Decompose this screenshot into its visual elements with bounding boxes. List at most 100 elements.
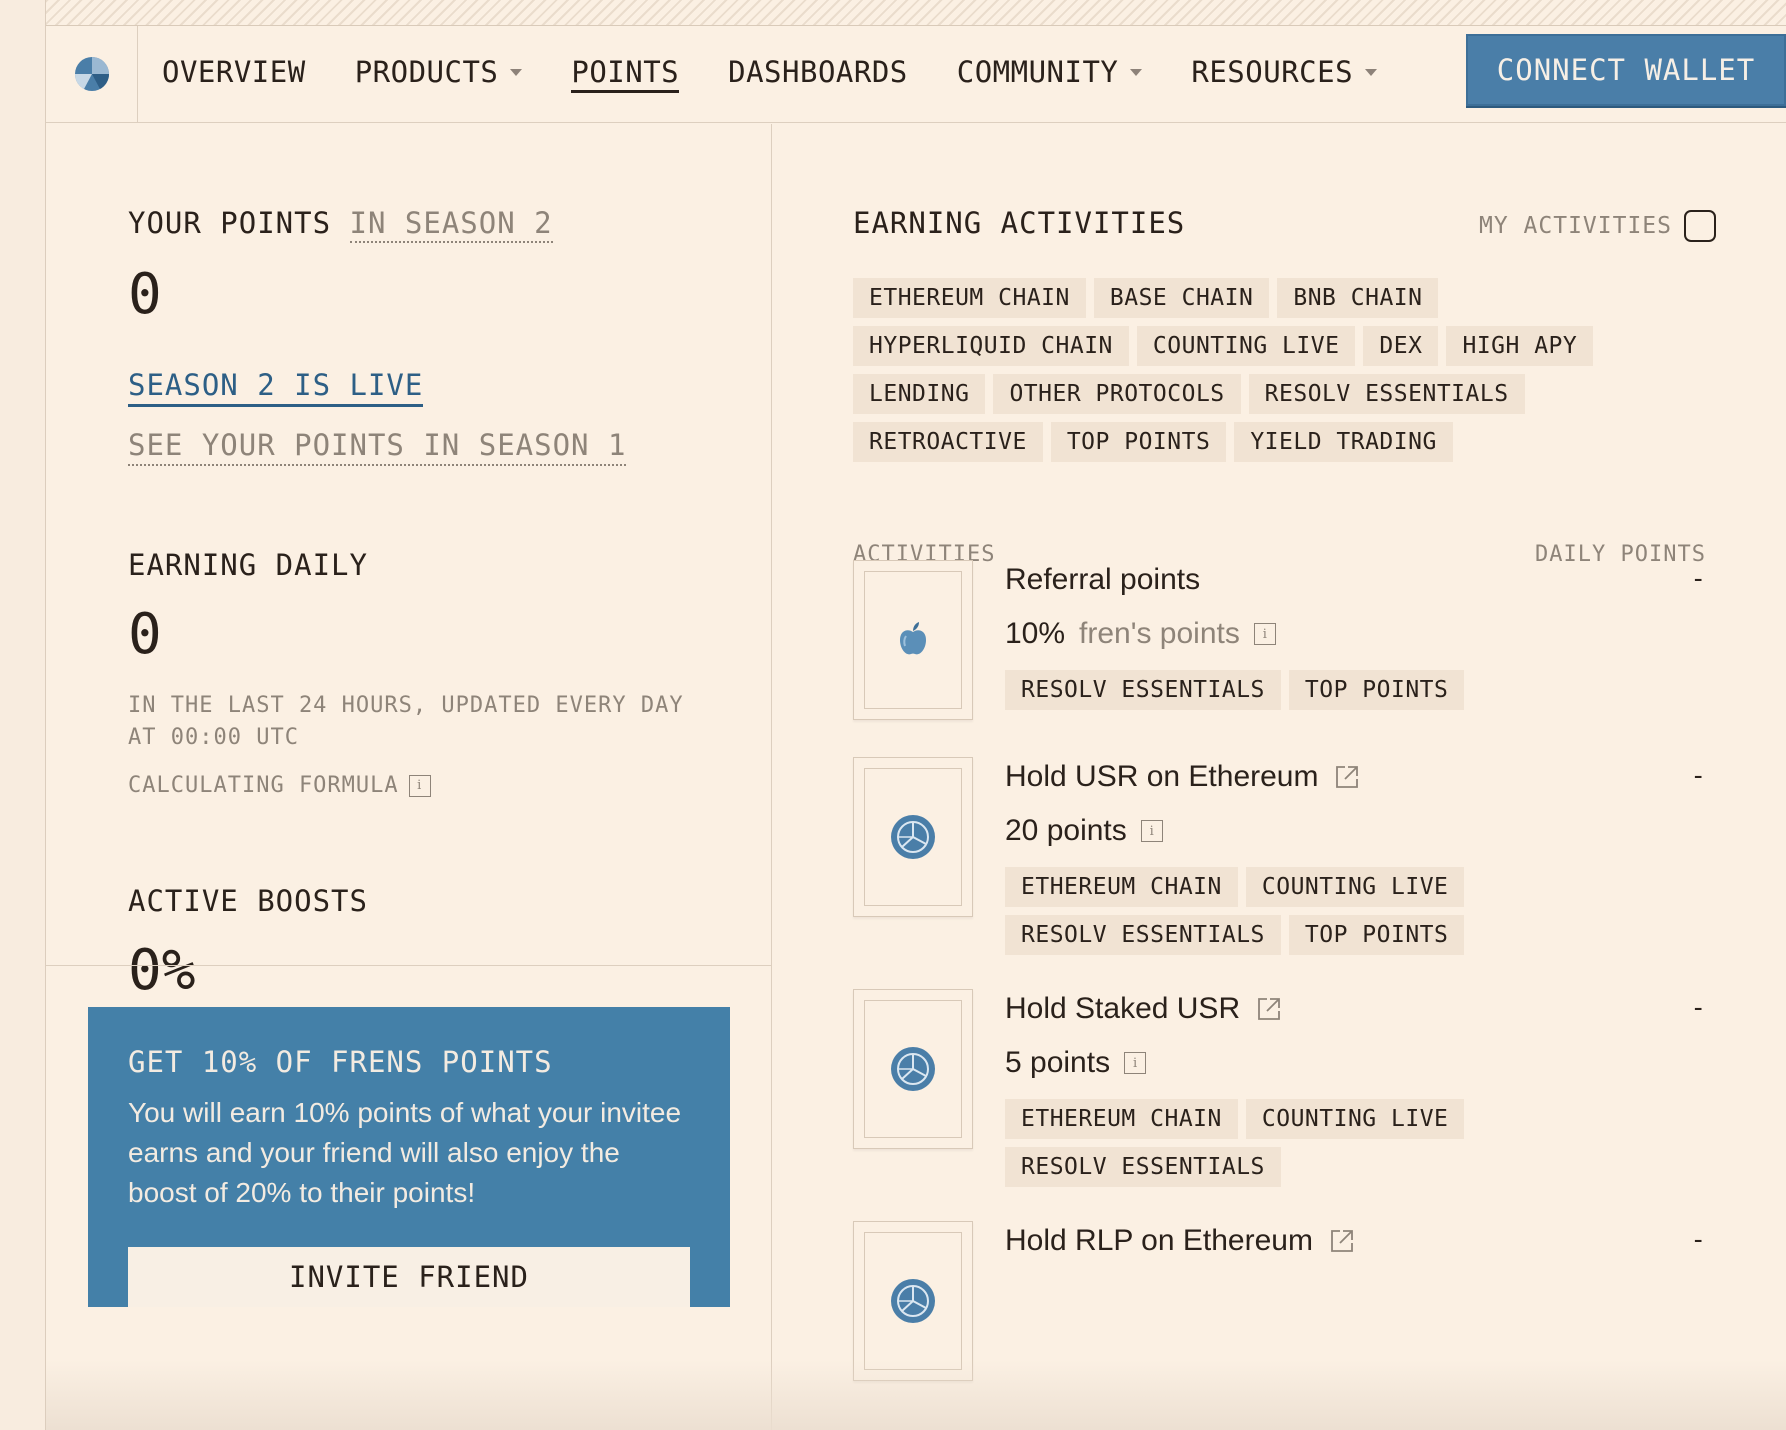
activity-tag: TOP POINTS	[1288, 670, 1465, 710]
activity-thumbnail	[853, 560, 973, 720]
nav-points-label: POINTS	[571, 55, 680, 89]
activity-title: Hold USR on Ethereum	[1005, 760, 1319, 793]
activity-title-row: Hold RLP on Ethereum	[1005, 1221, 1645, 1261]
filter-tag[interactable]: TOP POINTS	[1050, 422, 1227, 462]
filter-tag[interactable]: HYPERLIQUID CHAIN	[853, 326, 1129, 366]
activity-thumbnail	[853, 989, 973, 1149]
external-link-icon	[1258, 998, 1281, 1020]
activity-reward-value: 20 points	[1005, 814, 1127, 847]
earning-daily-note-line2: AT 00:00 UTC	[128, 725, 299, 750]
logo[interactable]	[46, 25, 138, 123]
nav-products-label: PRODUCTS	[354, 55, 499, 89]
info-icon[interactable]: i	[1140, 820, 1163, 842]
earning-daily-note: IN THE LAST 24 HOURS, UPDATED EVERY DAY …	[128, 690, 684, 754]
activity-tag: RESOLV ESSENTIALS	[1005, 1147, 1281, 1187]
apple-icon	[900, 622, 926, 655]
promo-text: You will earn 10% points of what your in…	[128, 1097, 682, 1208]
connect-wallet-button[interactable]: CONNECT WALLET	[1466, 34, 1786, 106]
activity-tag: ETHEREUM CHAIN	[1005, 867, 1238, 907]
filter-tag[interactable]: RESOLV ESSENTIALS	[1248, 374, 1525, 414]
nav-overview[interactable]: OVERVIEW	[162, 55, 306, 93]
activity-tag: TOP POINTS	[1288, 915, 1465, 955]
activity-tags: ETHEREUM CHAIN COUNTING LIVE RESOLV ESSENT…	[1005, 1099, 1485, 1187]
earning-activities-panel: EARNING ACTIVITIES MY ACTIVITIES ETHEREU…	[773, 124, 1786, 1430]
filter-tags: ETHEREUM CHAIN BASE CHAIN BNB CHAIN HYPERLI…	[853, 278, 1633, 462]
info-icon[interactable]: i	[408, 775, 431, 797]
activity-title: Hold Staked USR	[1005, 992, 1241, 1025]
filter-tag[interactable]: DEX	[1363, 326, 1439, 366]
nav-points[interactable]: POINTS	[571, 55, 680, 93]
resolv-logo-icon	[74, 57, 109, 91]
my-activities-checkbox[interactable]	[1684, 210, 1716, 242]
resolv-coin-icon	[891, 815, 935, 859]
page-frame: OVERVIEW PRODUCTS POINTS DASHBOARDS COMM…	[46, 0, 1786, 1430]
earning-daily-value: 0	[128, 602, 162, 667]
filter-tag[interactable]: ETHEREUM CHAIN	[853, 278, 1086, 318]
see-season-1-link[interactable]: SEE YOUR POINTS IN SEASON 1	[128, 428, 627, 466]
activity-body: Referral points 10% fren's points i RESOLV E…	[1005, 560, 1645, 710]
activity-body: Hold Staked USR 5 points i ETHEREUM CHAIN CO…	[1005, 989, 1645, 1187]
calculating-formula[interactable]: CALCULATING FORMULA i	[128, 770, 431, 802]
nav-overview-label: OVERVIEW	[162, 55, 306, 89]
points-value: 0	[128, 262, 162, 327]
nav-dashboards[interactable]: DASHBOARDS	[728, 55, 908, 93]
external-link[interactable]	[1334, 764, 1360, 790]
season-selector[interactable]: IN SEASON 2	[349, 206, 553, 243]
filter-tag[interactable]: RETROACTIVE	[853, 422, 1043, 462]
activity-daily-points: -	[1690, 564, 1706, 594]
activity-thumbnail-frame	[864, 571, 962, 709]
activity-reward-value: 5 points	[1005, 1046, 1111, 1079]
activity-thumbnail-frame	[864, 1000, 962, 1138]
activity-thumbnail	[853, 1221, 973, 1381]
your-points-heading: YOUR POINTS IN SEASON 2	[128, 206, 553, 243]
nav-community-label: COMMUNITY	[956, 55, 1119, 89]
season-2-live-link[interactable]: SEASON 2 IS LIVE	[128, 368, 424, 407]
divider	[46, 965, 772, 966]
filter-tag[interactable]: BASE CHAIN	[1093, 278, 1270, 318]
calculating-formula-label: CALCULATING FORMULA	[128, 773, 399, 798]
activity-reward-note: fren's points	[1079, 617, 1240, 650]
filter-tag[interactable]: BNB CHAIN	[1277, 278, 1439, 318]
nav-resources[interactable]: RESOURCES	[1191, 55, 1378, 93]
filter-tag[interactable]: YIELD TRADING	[1234, 422, 1453, 462]
info-icon[interactable]: i	[1124, 1052, 1147, 1074]
nav-products[interactable]: PRODUCTS	[355, 55, 523, 93]
activity-title-row: Hold USR on Ethereum	[1005, 757, 1645, 797]
activity-daily-points: -	[1690, 993, 1706, 1023]
external-link[interactable]	[1256, 996, 1282, 1022]
activity-daily-points: -	[1690, 1225, 1706, 1255]
activity-thumbnail-frame	[864, 1232, 962, 1370]
activity-tag: RESOLV ESSENTIALS	[1005, 915, 1281, 955]
nav-community[interactable]: COMMUNITY	[957, 55, 1143, 93]
activity-tags: RESOLV ESSENTIALS TOP POINTS	[1005, 670, 1485, 710]
filter-tag[interactable]: OTHER PROTOCOLS	[993, 374, 1241, 414]
external-link-icon	[1336, 766, 1359, 788]
activity-reward-value: 10%	[1005, 617, 1066, 650]
info-icon[interactable]: i	[1253, 623, 1276, 645]
filter-tag[interactable]: COUNTING LIVE	[1136, 326, 1356, 366]
activity-body: Hold USR on Ethereum 20 points i ETHEREUM C…	[1005, 757, 1645, 955]
external-link-icon	[1331, 1230, 1353, 1252]
chevron-down-icon	[1365, 68, 1378, 76]
activity-tag: RESOLV ESSENTIALS	[1005, 670, 1281, 710]
chevron-down-icon	[510, 68, 523, 76]
activity-title-row: Hold Staked USR	[1005, 989, 1645, 1029]
activity-tag: COUNTING LIVE	[1245, 1099, 1465, 1139]
promo-title: GET 10% OF FRENS POINTS	[128, 1045, 553, 1079]
resolv-coin-icon	[891, 1047, 935, 1091]
left-gutter	[0, 0, 46, 1430]
active-boosts-value: 0%	[128, 938, 196, 1003]
activity-title: Referral points	[1005, 563, 1201, 596]
filter-tag[interactable]: LENDING	[853, 374, 986, 414]
external-link[interactable]	[1329, 1228, 1355, 1254]
nav-resources-label: RESOURCES	[1191, 55, 1354, 89]
my-activities-label: MY ACTIVITIES	[1478, 213, 1672, 239]
my-activities-toggle[interactable]: MY ACTIVITIES	[1479, 210, 1716, 242]
invite-friend-button[interactable]: INVITE FRIEND	[128, 1247, 690, 1307]
activity-reward: 5 points i	[1005, 1043, 1645, 1083]
referral-promo-card: GET 10% OF FRENS POINTS You will earn 10…	[88, 1007, 730, 1307]
active-boosts-title: ACTIVE BOOSTS	[128, 884, 368, 918]
nav-menu: OVERVIEW PRODUCTS POINTS DASHBOARDS COMM…	[162, 55, 1426, 93]
your-points-title: YOUR POINTS	[128, 206, 332, 240]
filter-tag[interactable]: HIGH APY	[1446, 326, 1594, 366]
